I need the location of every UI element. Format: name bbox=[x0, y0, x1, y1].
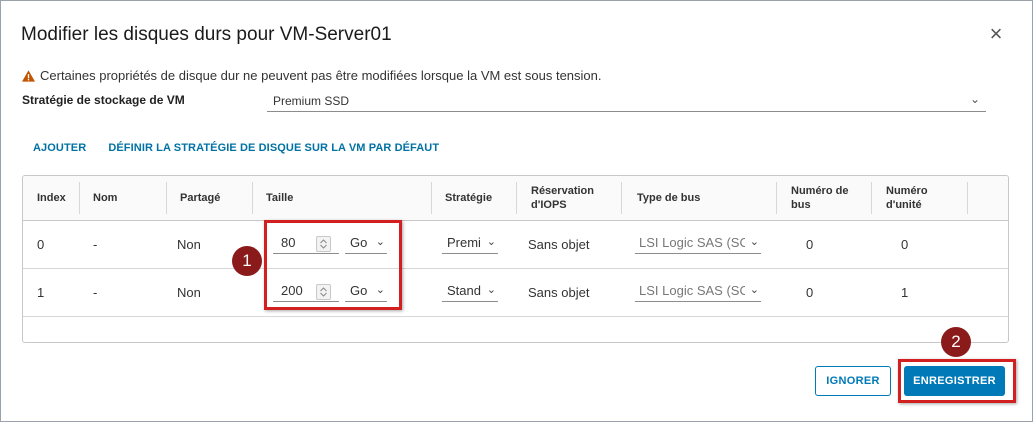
warning-message: Certaines propriétés de disque dur ne pe… bbox=[22, 68, 602, 83]
bus-type-select[interactable]: LSI Logic SAS (SCSI) ⌄ bbox=[635, 283, 761, 302]
header-strategy: Stratégie bbox=[445, 192, 493, 204]
header-name: Nom bbox=[93, 192, 118, 204]
cell-iops: Sans objet bbox=[528, 285, 590, 300]
size-highlight-box bbox=[264, 220, 402, 310]
chevron-down-icon: ⌄ bbox=[486, 236, 496, 248]
disk-table: Index Nom Partagé Taille Stratégie Réser… bbox=[22, 175, 1009, 343]
step-badge-2: 2 bbox=[941, 327, 971, 357]
header-bus-type: Type de bus bbox=[637, 192, 701, 204]
chevron-down-icon: ⌄ bbox=[969, 92, 980, 106]
chevron-down-icon: ⌄ bbox=[749, 236, 759, 248]
warning-text: Certaines propriétés de disque dur ne pe… bbox=[40, 68, 602, 83]
table-row: 1 - Non 200 Go ⌄ Stand ⌄ Sans objet LSI … bbox=[23, 269, 1008, 317]
cell-name: - bbox=[93, 237, 98, 252]
chevron-down-icon: ⌄ bbox=[486, 284, 496, 296]
storage-policy-select[interactable]: Premium SSD ⌄ bbox=[267, 91, 986, 112]
cell-iops: Sans objet bbox=[528, 237, 590, 252]
header-unit-number-line2: d'unité bbox=[886, 199, 922, 211]
cell-index: 0 bbox=[37, 237, 45, 252]
header-unit-number: Numéro d'unité bbox=[886, 176, 928, 220]
set-default-policy-link[interactable]: DÉFINIR LA STRATÉGIE DE DISQUE SUR LA VM… bbox=[108, 142, 439, 154]
add-disk-link[interactable]: AJOUTER bbox=[33, 142, 86, 154]
step-badge-1: 1 bbox=[232, 246, 262, 276]
bus-type-select[interactable]: LSI Logic SAS (SCSI) ⌄ bbox=[635, 235, 761, 254]
strategy-select[interactable]: Stand ⌄ bbox=[442, 283, 498, 302]
header-iops-line2: d'IOPS bbox=[531, 199, 567, 211]
chevron-down-icon: ⌄ bbox=[749, 284, 759, 296]
cell-index: 1 bbox=[37, 285, 45, 300]
cell-bus-number: 0 bbox=[806, 285, 814, 300]
cell-unit-number: 1 bbox=[901, 285, 909, 300]
cell-shared: Non bbox=[177, 285, 201, 300]
cell-name: - bbox=[93, 285, 98, 300]
header-bus-number-line1: Numéro de bbox=[791, 185, 849, 197]
cell-unit-number: 0 bbox=[901, 237, 909, 252]
bus-type-value: LSI Logic SAS (SCSI) bbox=[639, 235, 745, 250]
close-icon[interactable]: × bbox=[985, 23, 1007, 46]
action-links: AJOUTER DÉFINIR LA STRATÉGIE DE DISQUE S… bbox=[33, 142, 458, 154]
storage-policy-label: Stratégie de stockage de VM bbox=[22, 93, 185, 107]
table-header: Index Nom Partagé Taille Stratégie Réser… bbox=[23, 176, 1008, 221]
storage-policy-value: Premium SSD bbox=[273, 94, 350, 108]
ignore-button[interactable]: IGNORER bbox=[815, 366, 891, 396]
strategy-select[interactable]: Premi ⌄ bbox=[442, 235, 498, 254]
header-shared: Partagé bbox=[180, 192, 221, 204]
save-button[interactable]: ENREGISTRER bbox=[904, 366, 1005, 396]
header-index: Index bbox=[37, 192, 66, 204]
cell-shared: Non bbox=[177, 237, 201, 252]
warning-triangle-icon bbox=[22, 69, 35, 82]
cell-bus-number: 0 bbox=[806, 237, 814, 252]
table-row: 0 - Non 80 Go ⌄ Premi ⌄ Sans objet LSI L… bbox=[23, 221, 1008, 269]
bus-type-value: LSI Logic SAS (SCSI) bbox=[639, 283, 745, 298]
header-bus-number: Numéro de bus bbox=[791, 176, 848, 220]
header-iops: Réservation d'IOPS bbox=[531, 176, 594, 220]
header-bus-number-line2: bus bbox=[791, 199, 811, 211]
header-size: Taille bbox=[266, 192, 294, 204]
strategy-value: Stand bbox=[447, 283, 481, 298]
dialog-title: Modifier les disques durs pour VM-Server… bbox=[21, 24, 392, 45]
header-unit-number-line1: Numéro bbox=[886, 185, 928, 197]
header-iops-line1: Réservation bbox=[531, 185, 594, 197]
strategy-value: Premi bbox=[447, 235, 481, 250]
